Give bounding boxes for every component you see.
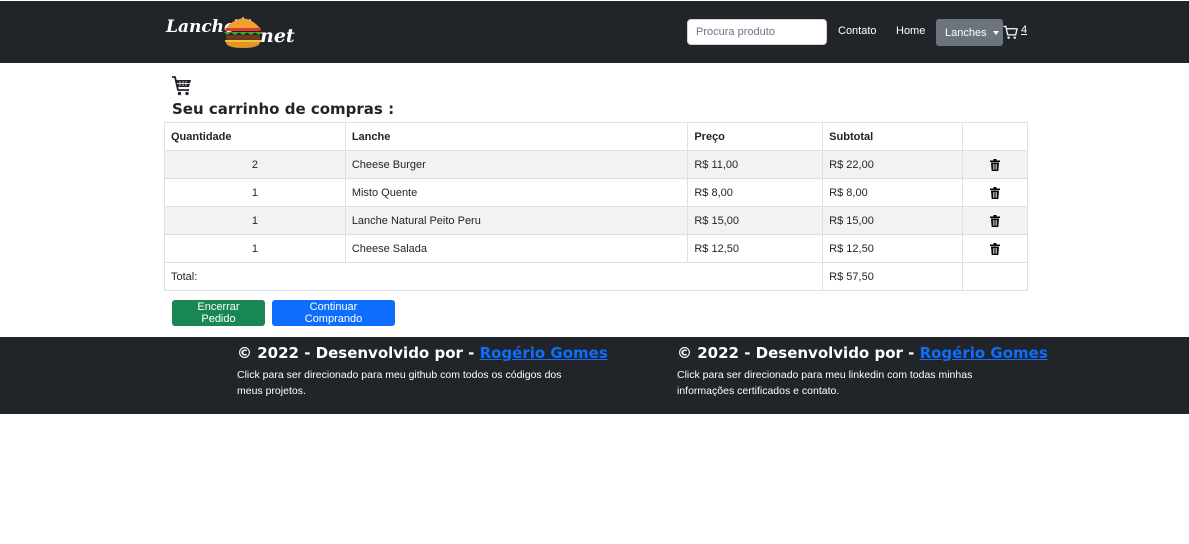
shopping-cart-icon <box>172 76 191 96</box>
trash-icon[interactable] <box>990 158 1001 171</box>
page-title: Seu carrinho de compras : <box>172 100 395 118</box>
header-lanche: Lanche <box>344 122 689 151</box>
trash-icon[interactable] <box>990 242 1001 255</box>
footer-title-prefix: © 2022 - Desenvolvido por - <box>237 344 480 362</box>
cell-preco: R$ 8,00 <box>687 178 824 207</box>
cell-subtotal: R$ 15,00 <box>822 206 964 235</box>
footer-description: Click para ser direcionado para meu gith… <box>237 369 562 397</box>
linkedin-link[interactable]: Rogério Gomes <box>920 344 1048 362</box>
navbar: Lancho net Contato Home Lanches 4 <box>0 1 1189 63</box>
cart-table: Quantidade Lanche Preço Subtotal 2 Chees… <box>163 122 1028 291</box>
delete-cell <box>962 150 1028 179</box>
total-empty-cell <box>962 262 1028 291</box>
header-subtotal: Subtotal <box>822 122 964 151</box>
cart-count-badge: 4 <box>1021 24 1028 36</box>
table-row: 1 Cheese Salada R$ 12,50 R$ 12,50 <box>164 234 1028 263</box>
logo-text-net: net <box>260 25 295 47</box>
table-row: 2 Cheese Burger R$ 11,00 R$ 22,00 <box>164 150 1028 179</box>
delete-cell <box>962 234 1028 263</box>
footer-title: © 2022 - Desenvolvido por - Rogério Gome… <box>237 344 608 362</box>
cell-subtotal: R$ 12,50 <box>822 234 964 263</box>
nav-link-contato[interactable]: Contato <box>838 25 877 37</box>
continuar-comprando-button[interactable]: Continuar Comprando <box>272 300 395 326</box>
footer-github-column: © 2022 - Desenvolvido por - Rogério Gome… <box>237 344 608 399</box>
footer-linkedin-column: © 2022 - Desenvolvido por - Rogério Gome… <box>677 344 1048 399</box>
table-row: 1 Lanche Natural Peito Peru R$ 15,00 R$ … <box>164 206 1028 235</box>
cell-lanche: Lanche Natural Peito Peru <box>344 206 689 235</box>
total-row: Total: R$ 57,50 <box>163 262 1028 291</box>
table-header-row: Quantidade Lanche Preço Subtotal <box>164 122 1028 151</box>
footer-title: © 2022 - Desenvolvido por - Rogério Gome… <box>677 344 1048 362</box>
burger-logo-icon <box>224 17 262 48</box>
cell-quantidade: 1 <box>164 178 346 207</box>
cell-subtotal: R$ 8,00 <box>822 178 964 207</box>
trash-icon[interactable] <box>990 214 1001 227</box>
cell-lanche: Cheese Burger <box>344 150 689 179</box>
lanches-dropdown-label: Lanches <box>945 26 987 39</box>
cell-preco: R$ 11,00 <box>687 150 824 179</box>
nav-link-home[interactable]: Home <box>896 25 925 37</box>
delete-cell <box>962 178 1028 207</box>
footer-description: Click para ser direcionado para meu link… <box>677 369 973 397</box>
cell-quantidade: 2 <box>164 150 346 179</box>
cell-quantidade: 1 <box>164 234 346 263</box>
logo[interactable]: Lancho net <box>164 11 299 55</box>
cart-icon <box>1003 25 1018 39</box>
delete-cell <box>962 206 1028 235</box>
search-input[interactable] <box>687 19 827 45</box>
cell-lanche: Misto Quente <box>344 178 689 207</box>
chevron-down-icon <box>992 30 999 35</box>
footer: © 2022 - Desenvolvido por - Rogério Gome… <box>0 337 1189 414</box>
header-preco: Preço <box>687 122 824 151</box>
table-row: 1 Misto Quente R$ 8,00 R$ 8,00 <box>164 178 1028 207</box>
encerrar-pedido-button[interactable]: Encerrar Pedido <box>172 300 265 326</box>
header-quantidade: Quantidade <box>164 122 346 151</box>
cell-preco: R$ 15,00 <box>687 206 824 235</box>
lanches-dropdown-button[interactable]: Lanches <box>936 19 1003 46</box>
github-link[interactable]: Rogério Gomes <box>480 344 608 362</box>
cell-preco: R$ 12,50 <box>687 234 824 263</box>
cell-quantidade: 1 <box>164 206 346 235</box>
footer-title-prefix: © 2022 - Desenvolvido por - <box>677 344 920 362</box>
cart-link[interactable]: 4 <box>1003 24 1028 40</box>
total-value: R$ 57,50 <box>822 262 964 291</box>
total-label: Total: <box>163 262 824 291</box>
trash-icon[interactable] <box>990 186 1001 199</box>
cell-subtotal: R$ 22,00 <box>822 150 964 179</box>
header-actions <box>962 122 1028 151</box>
cell-lanche: Cheese Salada <box>344 234 689 263</box>
